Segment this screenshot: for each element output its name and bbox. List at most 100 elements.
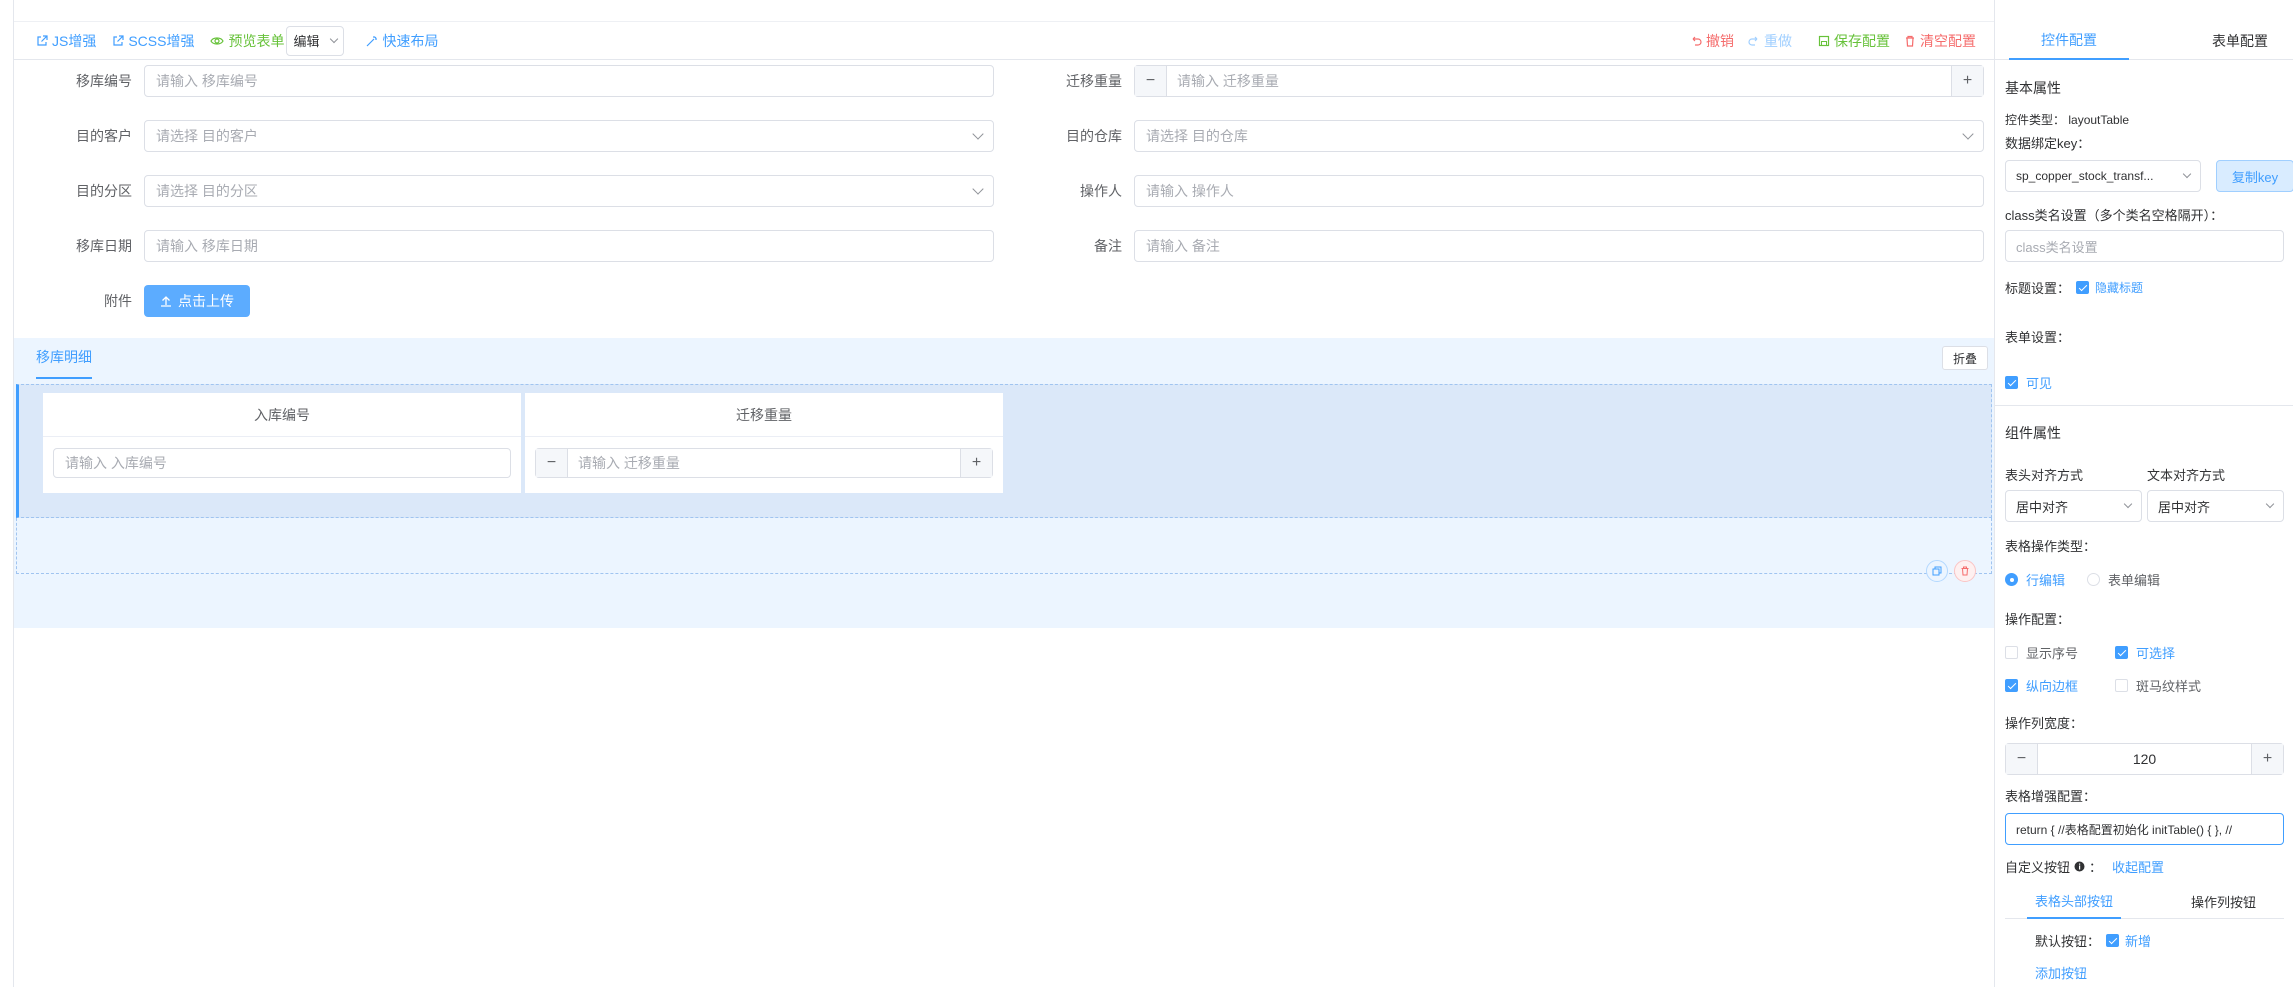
customer-placeholder: 请选择 目的客户 bbox=[156, 128, 258, 144]
header-align-value: 居中对齐 bbox=[2016, 499, 2069, 515]
hide-title-label: 隐藏标题 bbox=[2095, 281, 2144, 295]
form-row-date: 移库日期 请输入 移库日期 bbox=[14, 229, 994, 263]
tab-form-config[interactable]: 表单配置 bbox=[2195, 22, 2285, 60]
warehouse-select[interactable]: 请选择 目的仓库 bbox=[1134, 120, 1984, 152]
top-strip bbox=[14, 0, 1994, 22]
form-edit-radio[interactable] bbox=[2087, 573, 2100, 586]
data-key-value: sp_copper_stock_transf... bbox=[2016, 169, 2154, 183]
op-width-stepper[interactable]: − 120 + bbox=[2005, 743, 2284, 775]
show-index-option[interactable]: 显示序号 bbox=[2005, 643, 2078, 662]
warehouse-label: 目的仓库 bbox=[1066, 128, 1122, 144]
vertical-border-checkbox[interactable] bbox=[2005, 679, 2018, 692]
data-key-select[interactable]: sp_copper_stock_transf... bbox=[2005, 160, 2201, 192]
date-input[interactable]: 请输入 移库日期 bbox=[144, 230, 994, 262]
op-config-label: 操作配置： bbox=[2005, 612, 2071, 627]
control-type-value: layoutTable bbox=[2068, 113, 2130, 127]
row-edit-label: 行编辑 bbox=[2026, 573, 2066, 588]
decrement-button[interactable]: − bbox=[2006, 744, 2038, 774]
increment-button[interactable]: + bbox=[2251, 744, 2283, 774]
js-enhance-button[interactable]: JS增强 bbox=[36, 31, 96, 51]
show-index-checkbox[interactable] bbox=[2005, 646, 2018, 659]
zone-select[interactable]: 请选择 目的分区 bbox=[144, 175, 994, 207]
vertical-border-option[interactable]: 纵向边框 bbox=[2005, 676, 2078, 695]
upload-button[interactable]: 点击上传 bbox=[144, 285, 250, 317]
collapse-config-link[interactable]: 收起配置 bbox=[2112, 857, 2164, 876]
save-config-button[interactable]: 保存配置 bbox=[1818, 31, 1890, 51]
transfer-no-input[interactable]: 请输入 移库编号 bbox=[144, 65, 994, 97]
header-align-select[interactable]: 居中对齐 bbox=[2005, 490, 2142, 522]
scss-enhance-button[interactable]: SCSS增强 bbox=[112, 31, 194, 51]
header-align-label: 表头对齐方式 bbox=[2005, 468, 2084, 483]
form-edit-option[interactable]: 表单编辑 bbox=[2087, 570, 2160, 589]
redo-button[interactable]: 重做 bbox=[1748, 31, 1792, 51]
attachment-label: 附件 bbox=[104, 293, 132, 309]
visible-option[interactable]: 可见 bbox=[2005, 373, 2052, 392]
zone-label: 目的分区 bbox=[76, 183, 132, 199]
class-setting-label: class类名设置（多个类名空格隔开）： bbox=[2005, 208, 2224, 223]
form-row-zone: 目的分区 请选择 目的分区 bbox=[14, 174, 994, 208]
layout-table[interactable]: 移库明细 折叠 入库编号 请输入 入库编号 迁移重量 − 请输入 迁移重量 + bbox=[14, 338, 1994, 628]
subtable-weight-number-input[interactable]: − 请输入 迁移重量 + bbox=[535, 448, 993, 478]
text-align-value: 居中对齐 bbox=[2158, 499, 2211, 515]
default-add-checkbox[interactable] bbox=[2106, 934, 2120, 947]
selectable-checkbox[interactable] bbox=[2115, 646, 2128, 659]
tab-transfer-detail[interactable]: 移库明细 bbox=[36, 337, 92, 379]
row-edit-option[interactable]: 行编辑 bbox=[2005, 570, 2065, 589]
redo-label: 重做 bbox=[1764, 33, 1792, 49]
row-edit-radio[interactable] bbox=[2005, 573, 2018, 586]
subtable-body[interactable]: 入库编号 请输入 入库编号 迁移重量 − 请输入 迁移重量 + bbox=[16, 384, 1992, 518]
class-name-input[interactable]: class类名设置 bbox=[2005, 230, 2284, 262]
mode-select-value: 编辑 bbox=[293, 34, 320, 49]
preview-form-button[interactable]: 预览表单 bbox=[210, 31, 284, 51]
wand-icon bbox=[367, 35, 378, 46]
undo-button[interactable]: 撤销 bbox=[1690, 31, 1734, 51]
add-button-link[interactable]: 添加按钮 bbox=[2035, 963, 2087, 982]
copy-key-button[interactable]: 复制key bbox=[2216, 160, 2293, 192]
operator-label: 操作人 bbox=[1080, 183, 1122, 199]
quick-layout-button[interactable]: 快速布局 bbox=[366, 31, 438, 51]
selectable-option[interactable]: 可选择 bbox=[2115, 643, 2175, 662]
chevron-down-icon bbox=[972, 183, 984, 195]
save-config-label: 保存配置 bbox=[1834, 33, 1890, 49]
weight-number-input[interactable]: − 请输入 迁移重量 + bbox=[1134, 65, 1984, 97]
stripe-checkbox[interactable] bbox=[2115, 679, 2128, 692]
hide-title-checkbox[interactable] bbox=[2076, 281, 2090, 294]
default-button-row: 默认按钮： 新增 bbox=[2035, 931, 2151, 950]
redo-icon bbox=[1748, 36, 1758, 46]
tab-header-buttons[interactable]: 表格头部按钮 bbox=[2027, 883, 2122, 919]
op-width-label: 操作列宽度： bbox=[2005, 716, 2084, 731]
visible-checkbox[interactable] bbox=[2005, 376, 2018, 389]
operator-placeholder: 请输入 操作人 bbox=[1146, 183, 1234, 199]
text-align-select[interactable]: 居中对齐 bbox=[2147, 490, 2284, 522]
decrement-button[interactable]: − bbox=[536, 449, 568, 477]
enhance-code-input[interactable]: return { //表格配置初始化 initTable() { }, // bbox=[2005, 813, 2284, 845]
trash-icon bbox=[1961, 566, 1969, 576]
copy-component-button[interactable] bbox=[1926, 560, 1948, 582]
stripe-label: 斑马纹样式 bbox=[2136, 679, 2202, 694]
customer-label: 目的客户 bbox=[76, 128, 132, 144]
operator-input[interactable]: 请输入 操作人 bbox=[1134, 175, 1984, 207]
date-label: 移库日期 bbox=[76, 238, 132, 254]
mode-select[interactable]: 编辑 bbox=[286, 25, 345, 56]
weight-placeholder: 请输入 迁移重量 bbox=[1177, 73, 1279, 89]
tab-control-config[interactable]: 控件配置 bbox=[2009, 22, 2129, 60]
delete-component-button[interactable] bbox=[1954, 560, 1976, 582]
date-placeholder: 请输入 移库日期 bbox=[156, 238, 258, 254]
default-button-label: 默认按钮： bbox=[2035, 934, 2101, 949]
increment-button[interactable]: + bbox=[1951, 66, 1983, 96]
stock-no-input[interactable]: 请输入 入库编号 bbox=[53, 448, 511, 478]
chevron-down-icon bbox=[2265, 499, 2275, 509]
js-enhance-label: JS增强 bbox=[52, 32, 97, 49]
increment-button[interactable]: + bbox=[960, 449, 992, 477]
transfer-no-label: 移库编号 bbox=[76, 73, 132, 89]
remark-input[interactable]: 请输入 备注 bbox=[1134, 230, 1984, 262]
decrement-button[interactable]: − bbox=[1135, 66, 1167, 96]
collapse-button[interactable]: 折叠 bbox=[1941, 346, 1988, 370]
customer-select[interactable]: 请选择 目的客户 bbox=[144, 120, 994, 152]
column-card-weight[interactable]: 迁移重量 − 请输入 迁移重量 + bbox=[525, 393, 1003, 493]
column-card-stock-no[interactable]: 入库编号 请输入 入库编号 bbox=[43, 393, 521, 493]
clear-config-label: 清空配置 bbox=[1920, 33, 1976, 49]
tab-column-buttons[interactable]: 操作列按钮 bbox=[2191, 883, 2256, 919]
clear-config-button[interactable]: 清空配置 bbox=[1904, 31, 1976, 51]
stripe-option[interactable]: 斑马纹样式 bbox=[2115, 676, 2201, 695]
